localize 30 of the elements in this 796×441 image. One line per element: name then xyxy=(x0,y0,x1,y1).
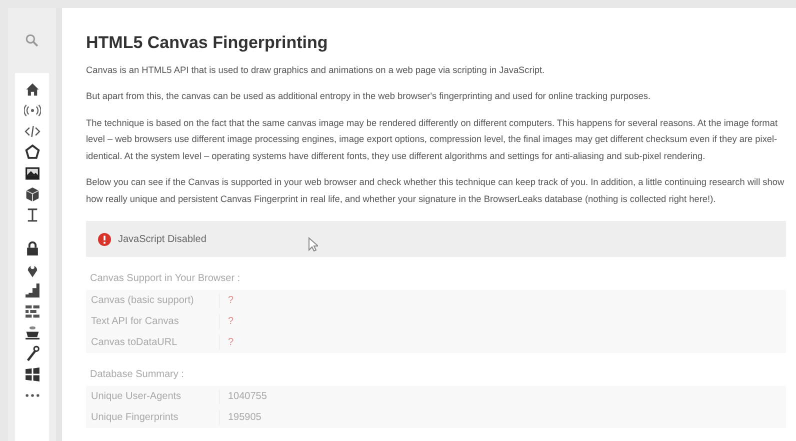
row-label: Canvas (basic support) xyxy=(86,293,220,308)
code-icon[interactable] xyxy=(24,123,40,140)
paragraph: Canvas is an HTML5 API that is used to draw graphics and animations on a web page via scripting in JavaScript. xyxy=(86,64,546,77)
paragraph: But apart from this, the canvas can be used as additional entropy in the web browser's fingerprinting and used for online tracking purposes. xyxy=(86,90,652,103)
row-label: Unique Fingerprints xyxy=(86,410,220,425)
cube-icon[interactable] xyxy=(24,186,40,203)
bricks-icon[interactable] xyxy=(24,303,40,320)
row-value: 195905 xyxy=(227,411,262,425)
row-value: ? xyxy=(227,294,234,308)
cup-icon[interactable] xyxy=(24,324,40,341)
alert-icon xyxy=(98,232,111,246)
row-label: Unique User-Agents xyxy=(86,389,220,404)
row-label: Text API for Canvas xyxy=(86,314,220,329)
signal-bars-icon[interactable] xyxy=(24,282,40,299)
row-label: Canvas toDataURL xyxy=(86,335,220,350)
cursor-icon xyxy=(308,237,318,252)
wireless-icon[interactable] xyxy=(24,102,40,119)
row-value: ? xyxy=(227,336,234,350)
windows-icon[interactable] xyxy=(24,366,40,383)
section-heading: Database Summary : xyxy=(90,368,184,382)
section-heading: Canvas Support in Your Browser : xyxy=(90,272,240,286)
row-value: 1040755 xyxy=(227,390,267,404)
home-icon[interactable] xyxy=(24,81,40,98)
pentagon-icon[interactable] xyxy=(24,144,40,161)
image-icon[interactable] xyxy=(24,165,40,182)
row-value: ? xyxy=(227,315,234,329)
paragraph: The technique is based on the fact that the same canvas image may be rendered differently on different computers. This happens for several reasons. At the image format level – web browsers use different image processing engines, image export options, compression level, the final images may get different checksum even if they are pixel-identical. At the system level – operating systems have different fonts, they use different algorithms and settings for anti-aliasing and sub-pixel rendering. xyxy=(86,116,778,163)
page-title: HTML5 Canvas Fingerprinting xyxy=(86,32,329,54)
paragraph: Below you can see if the Canvas is supported in your web browser and check whether this technique can keep track of you. In addition, a little continuing research will show how really unique and persistent Canvas Fingerprint in real life, and whether your signature in the BrowserLeaks database (nothing is collected right here!). xyxy=(86,176,786,206)
alert-text: JavaScript Disabled xyxy=(118,232,206,246)
